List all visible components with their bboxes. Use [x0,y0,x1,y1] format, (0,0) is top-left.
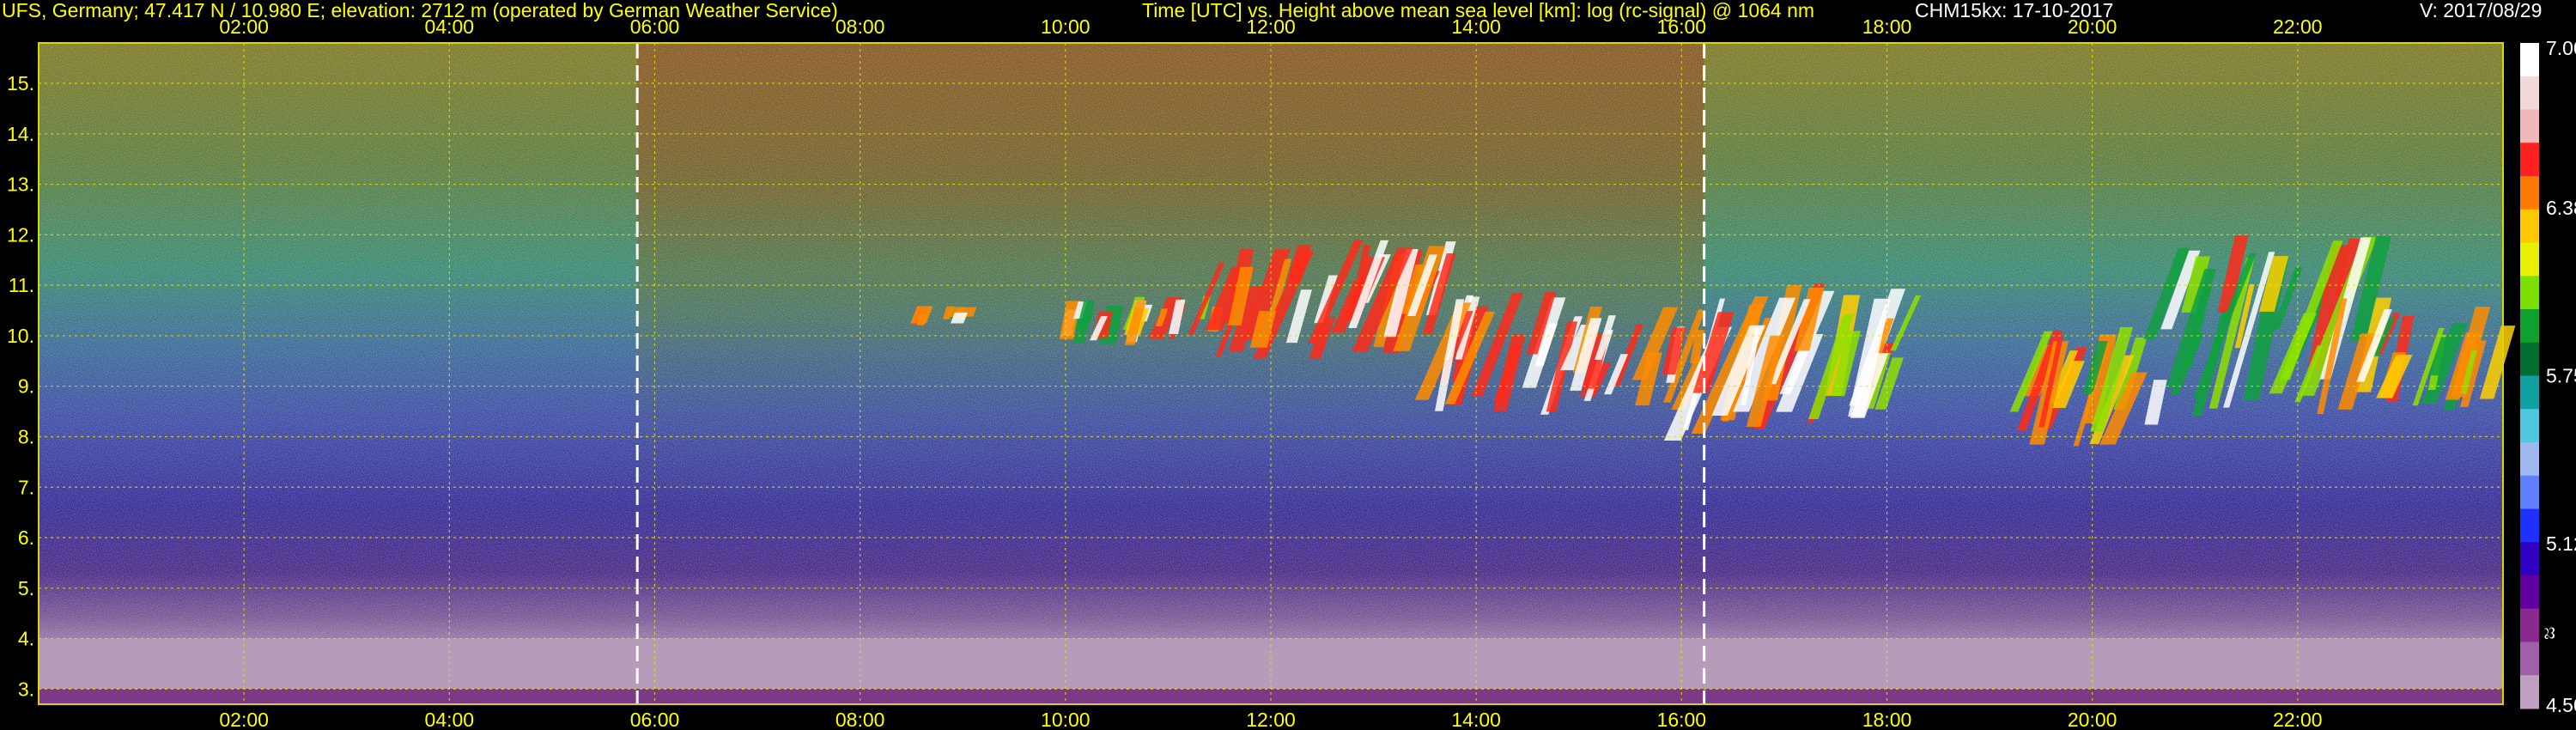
y-tick-label: 11. [9,274,34,296]
x-tick-label-top: 10:00 [1041,15,1091,38]
y-tick-label: 8. [18,425,34,447]
colorbar-segment [2520,209,2539,243]
x-tick-label-top: 08:00 [835,15,885,38]
x-tick-label-top: 14:00 [1451,15,1501,38]
surface-layer [39,689,2503,704]
colorbar-segment [2520,43,2539,77]
colorbar-segment [2520,309,2539,344]
colorbar-segment [2520,276,2539,310]
colorbar-segment [2520,143,2539,177]
colorbar-segment [2520,76,2539,110]
x-tick-label-top: 22:00 [2273,15,2323,38]
colorbar-segment [2520,508,2539,543]
x-tick-label-top: 16:00 [1657,15,1707,38]
y-tick-label: 6. [18,526,34,549]
y-tick-label: 4. [18,628,34,650]
colorbar-segment [2520,642,2539,676]
x-tick-label-top: 02:00 [219,15,269,38]
colorbar-label: 5.12 [2546,532,2576,555]
colorbar-segment [2520,409,2539,443]
x-tick-label-bottom: 18:00 [1862,709,1912,730]
lidar-backscatter-plot: 02:00 02:00 04:00 04:00 06:00 06:00 08:00 08:00… [7,15,2576,730]
y-tick-label: 13. [7,173,34,196]
y-tick-label: 7. [18,476,34,498]
colorbar-segment [2520,109,2539,143]
x-tick-label-top: 04:00 [425,15,475,38]
y-tick-label: 5. [18,577,34,599]
colorbar-segment [2520,342,2539,376]
x-tick-label-bottom: 02:00 [219,709,269,730]
x-tick-label-bottom: 22:00 [2273,709,2323,730]
x-tick-label-bottom: 12:00 [1246,709,1296,730]
colorbar-segment [2520,375,2539,410]
y-tick-label: 3. [18,678,34,700]
y-tick-label: 9. [18,375,34,398]
colorbar-segment [2520,242,2539,277]
x-tick-label-bottom: 14:00 [1451,709,1501,730]
colorbar-label: 5.75 [2546,365,2576,387]
x-tick-label-bottom: 20:00 [2068,709,2117,730]
colorbar-unit: ಜ [2537,627,2559,640]
x-tick-label-bottom: 16:00 [1657,709,1707,730]
colorbar-segment [2520,575,2539,610]
y-tick-label: 15. [7,72,34,94]
x-tick-label-bottom: 04:00 [425,709,475,730]
x-tick-label-bottom: 06:00 [630,709,680,730]
colorbar-label: 7.00 [2546,37,2576,59]
x-tick-label-top: 18:00 [1862,15,1912,38]
x-tick-label-top: 20:00 [2068,15,2117,38]
y-tick-label: 12. [7,223,34,246]
colorbar-label: 6.38 [2546,197,2576,219]
x-tick-label-top: 12:00 [1246,15,1296,38]
x-tick-label-bottom: 10:00 [1041,709,1091,730]
x-tick-label-top: 06:00 [630,15,680,38]
colorbar-label: 4.50 [2546,694,2576,716]
y-tick-label: 10. [7,325,34,347]
colorbar-segment [2520,542,2539,576]
x-tick-label-bottom: 08:00 [835,709,885,730]
colorbar-segment [2520,675,2539,709]
colorbar-segment [2520,176,2539,210]
colorbar-segment [2520,442,2539,477]
y-tick-label: 14. [7,123,34,145]
colorbar-segment [2520,475,2539,509]
